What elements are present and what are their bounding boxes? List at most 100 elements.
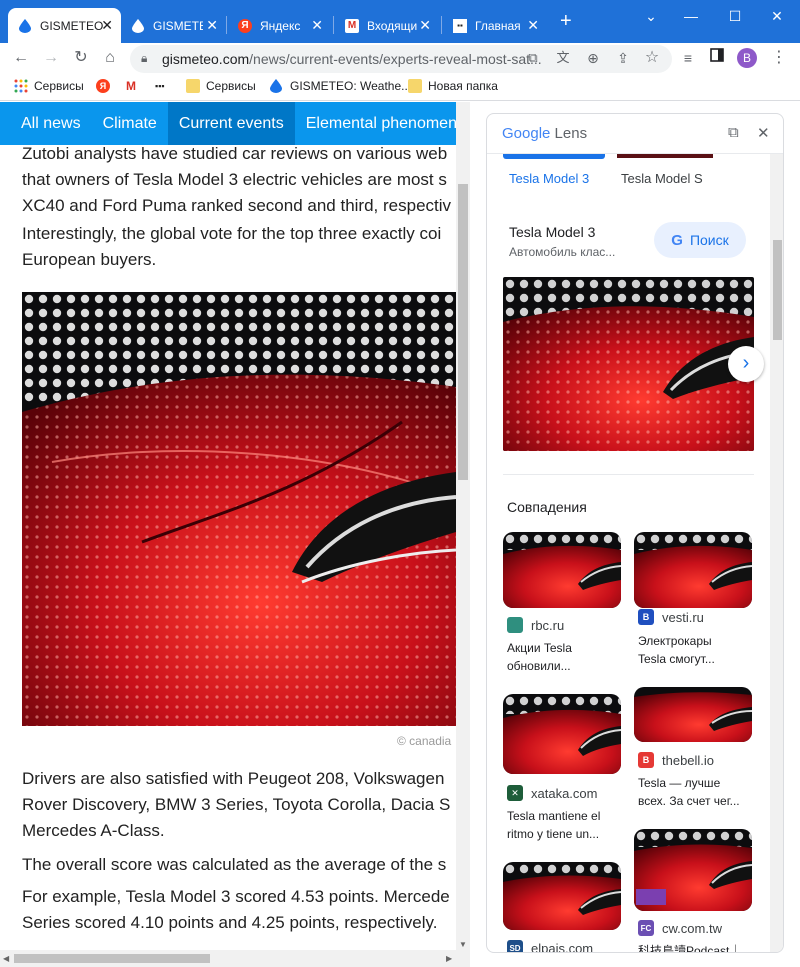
match-thumbnail[interactable] (503, 862, 621, 930)
tab-yandex[interactable]: Я Яндекс ✕ (228, 8, 331, 43)
match-source[interactable]: SD elpais.com (507, 940, 593, 952)
lens-result-image[interactable] (503, 277, 754, 451)
lock-icon: 🔒︎ (141, 51, 148, 65)
bookmark-yandex[interactable]: Я (96, 79, 116, 93)
nav-climate[interactable]: Climate (92, 102, 168, 145)
match-title[interactable]: 科技島讀Podcast｜ (638, 942, 756, 952)
bookmark-services-apps[interactable]: Сервисы (14, 79, 84, 93)
match-source[interactable]: B thebell.io (638, 752, 714, 768)
match-source[interactable]: rbc.ru (507, 617, 564, 633)
profile-avatar[interactable]: B (737, 48, 757, 68)
yandex-icon: Я (96, 79, 110, 93)
share-icon[interactable]: ⇪ (612, 47, 634, 69)
xataka-favicon-icon: ✕ (507, 785, 523, 801)
lens-header: Google Lens ⧉ ✕ (487, 114, 783, 154)
nav-all-news[interactable]: All news (0, 102, 92, 145)
match-title[interactable]: Tesla mantiene el ritmo y tiene un... (507, 807, 625, 843)
close-tab-icon[interactable]: ✕ (419, 17, 431, 33)
scrollbar-thumb[interactable] (458, 184, 468, 480)
entity-title: Tesla Model 3 (509, 224, 596, 240)
close-tab-icon[interactable]: ✕ (527, 17, 539, 33)
gismeteo-drop-icon (18, 18, 32, 33)
scroll-down-arrow-icon[interactable]: ▼ (459, 940, 467, 949)
tab-gismeteo-active[interactable]: GISMETEO ✕ (8, 8, 121, 43)
google-lens-logo: Google Lens (502, 125, 588, 142)
reload-icon[interactable]: ↻ (70, 47, 92, 69)
bookmark-gismeteo[interactable]: GISMETEO: Weathe... (270, 79, 411, 93)
gismeteo-drop-icon (270, 79, 284, 93)
bookmark-news[interactable]: ▪▪▪ (155, 79, 175, 93)
side-panel-icon[interactable] (706, 47, 728, 69)
close-icon[interactable]: ✕ (757, 124, 770, 142)
close-window-icon[interactable]: ✕ (762, 6, 792, 26)
translate-icon[interactable]: 文 (552, 47, 574, 69)
scrollbar-thumb[interactable] (14, 954, 210, 963)
chevron-right-icon[interactable]: › (728, 346, 764, 382)
folder-icon (408, 79, 422, 93)
browser-title-bar: GISMETEO ✕ GISMETEO ✕ Я Яндекс ✕ M Входя… (0, 0, 800, 43)
gmail-icon: M (126, 79, 136, 93)
maximize-icon[interactable]: ☐ (720, 6, 750, 26)
chip-tesla-model-3[interactable]: Tesla Model 3 (509, 171, 589, 186)
search-button[interactable]: G Поиск (654, 222, 746, 258)
more-menu-icon[interactable]: ⋮ (768, 47, 790, 69)
chip-thumb-selected (503, 154, 605, 159)
tab-glavnaya[interactable]: ▪▪ Главная ✕ (443, 8, 547, 43)
scroll-right-arrow-icon[interactable]: ▶ (446, 954, 452, 963)
photo-credit: © canadia (397, 734, 452, 748)
google-g-icon: G (671, 231, 683, 249)
nav-current-events[interactable]: Current events (167, 102, 295, 145)
divider (503, 474, 754, 475)
page-horizontal-scrollbar[interactable]: ◀ ▶ (0, 950, 470, 967)
google-lens-panel: Google Lens ⧉ ✕ Tesla Model 3 Tesla Mode… (486, 113, 784, 953)
forward-arrow-icon[interactable]: → (40, 47, 62, 69)
match-title[interactable]: Tesla — лучше всех. За счет чег... (638, 774, 756, 810)
match-thumbnail[interactable] (634, 687, 752, 742)
home-icon[interactable]: ⌂ (99, 47, 121, 69)
close-tab-icon[interactable]: ✕ (101, 17, 113, 33)
bookmark-new-folder[interactable]: Новая папка (408, 79, 498, 93)
open-in-new-tab-icon[interactable]: ⧉ (728, 124, 739, 141)
tab-gmail[interactable]: M Входящие ✕ (335, 8, 439, 43)
scrollbar-thumb[interactable] (773, 240, 782, 340)
new-tab-button[interactable]: + (560, 10, 572, 32)
match-title[interactable]: Электрокары Tesla смогут... (638, 632, 756, 668)
bookmark-folder-services[interactable]: Сервисы (186, 79, 256, 93)
article-paragraph: Drivers are also satisfied with Peugeot … (22, 769, 451, 840)
tab-gismeteo-2[interactable]: GISMETEO ✕ (121, 8, 226, 43)
nav-elemental-phenomena[interactable]: Elemental phenomena (295, 102, 456, 145)
bookmark-star-icon[interactable]: ☆ (641, 47, 663, 69)
open-external-icon[interactable]: ⧉ (522, 47, 544, 69)
match-thumbnail[interactable] (503, 532, 621, 608)
back-arrow-icon[interactable]: ← (10, 47, 32, 69)
apps-grid-icon (14, 79, 28, 93)
match-source[interactable]: ✕ xataka.com (507, 785, 597, 801)
bookmark-gmail[interactable]: M (126, 79, 146, 93)
chip-tesla-model-s[interactable]: Tesla Model S (621, 171, 703, 186)
zoom-icon[interactable]: ⊕ (582, 47, 604, 69)
match-source[interactable]: FC cw.com.tw (638, 920, 722, 936)
chip-thumb (617, 154, 713, 158)
scroll-left-arrow-icon[interactable]: ◀ (3, 954, 9, 963)
media-playlist-icon[interactable]: ≡ (677, 47, 699, 69)
match-thumbnail[interactable] (634, 532, 752, 608)
gismeteo-drop-icon (131, 18, 145, 33)
cw-favicon-icon: FC (638, 920, 654, 936)
close-tab-icon[interactable]: ✕ (311, 17, 323, 33)
article-paragraph: For example, Tesla Model 3 scored 4.53 p… (22, 887, 450, 932)
lens-scrollbar[interactable] (770, 154, 783, 952)
thebell-favicon-icon: B (638, 752, 654, 768)
close-tab-icon[interactable]: ✕ (206, 17, 218, 33)
entity-subtitle: Автомобиль клас... (509, 245, 616, 259)
match-source[interactable]: B vesti.ru (638, 609, 704, 625)
url-text[interactable]: gismeteo.com/news/current-events/experts… (162, 51, 542, 67)
bookmarks-bar: Сервисы Я M ▪▪▪ Сервисы GISMETEO: Weathe… (0, 73, 800, 101)
page-content: All news Climate Current events Elementa… (0, 102, 456, 950)
matches-heading: Совпадения (507, 499, 587, 515)
match-title[interactable]: Акции Tesla обновили... (507, 639, 625, 675)
match-thumbnail[interactable] (634, 829, 752, 911)
chevron-down-icon[interactable]: ⌄ (636, 6, 666, 26)
page-vertical-scrollbar[interactable]: ▼ (456, 102, 470, 950)
minimize-icon[interactable]: — (676, 6, 706, 26)
match-thumbnail[interactable] (503, 694, 621, 774)
